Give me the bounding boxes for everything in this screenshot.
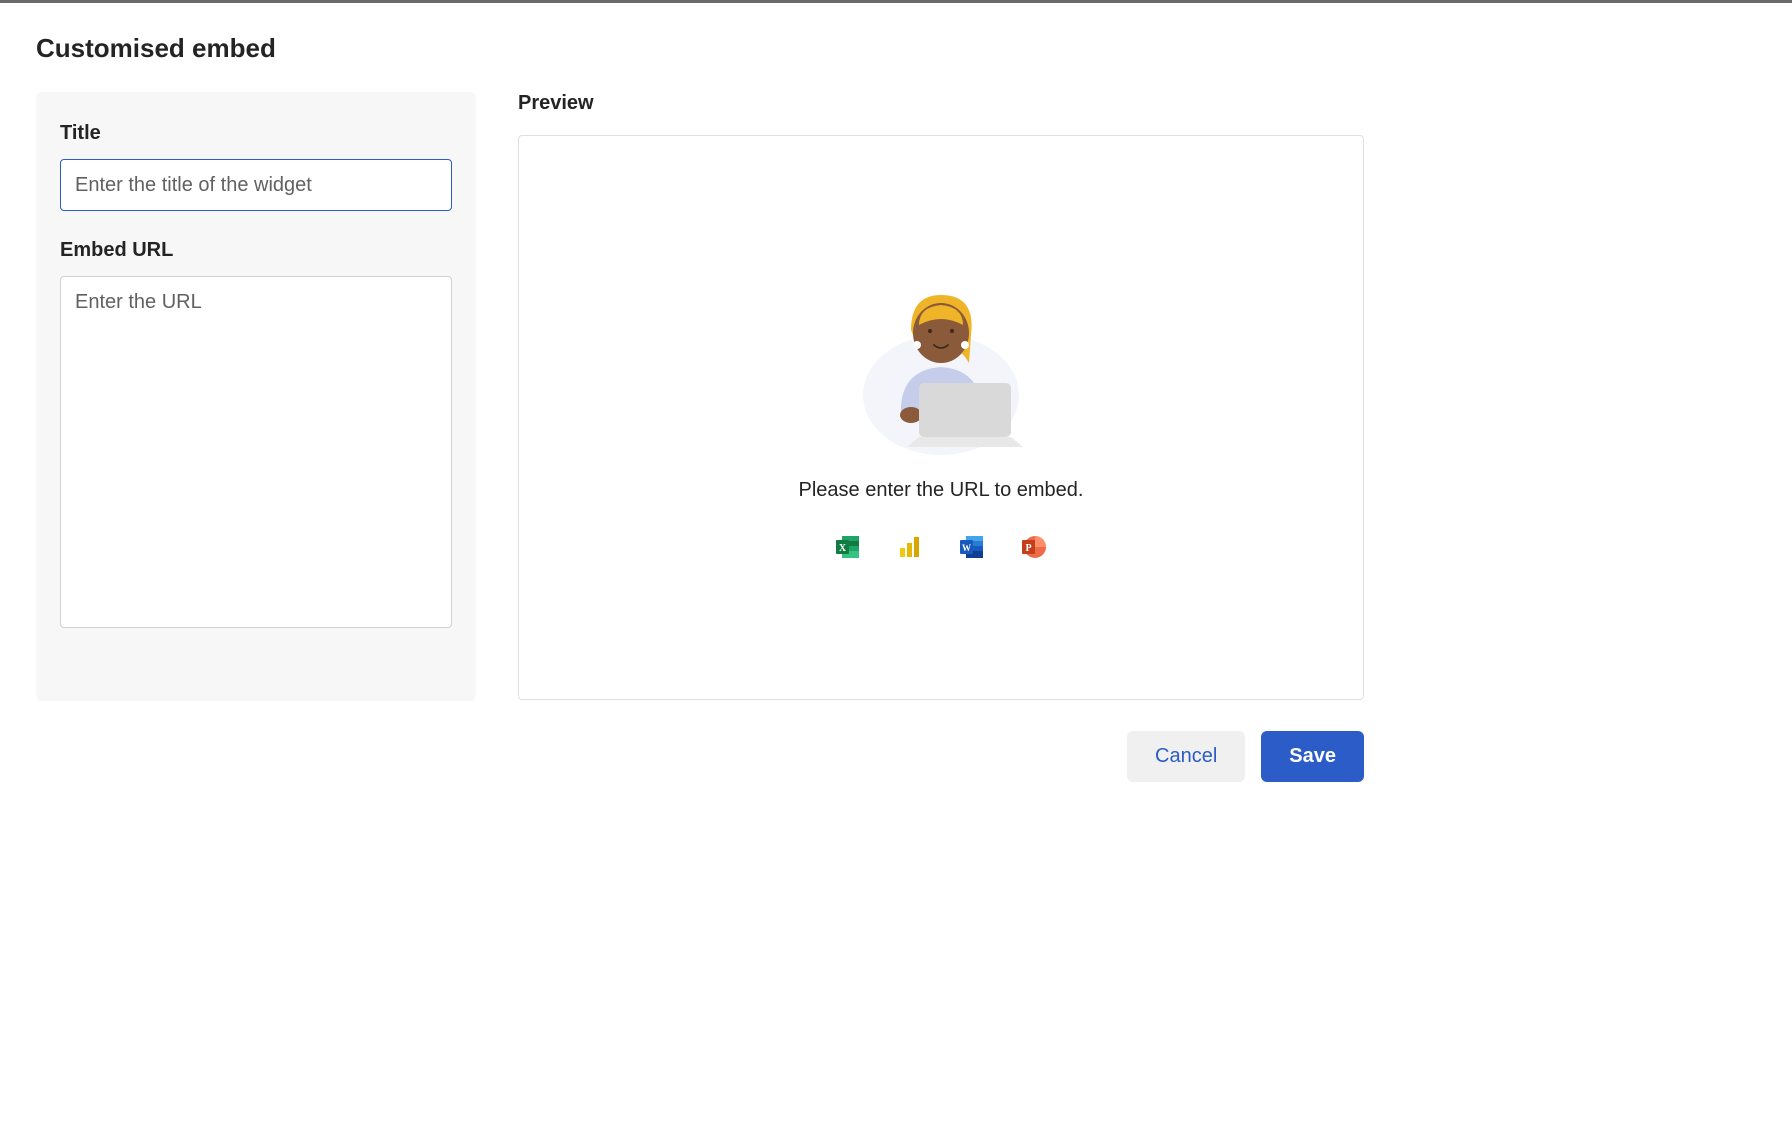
preview-heading: Preview — [518, 92, 1364, 115]
title-group: Title — [60, 122, 452, 211]
preview-message: Please enter the URL to embed. — [799, 479, 1084, 502]
excel-icon: X — [835, 534, 861, 560]
customised-embed-dialog: Customised embed Title Embed URL Preview — [0, 3, 1400, 812]
svg-text:X: X — [839, 543, 847, 554]
title-label: Title — [60, 122, 452, 145]
embed-url-group: Embed URL — [60, 239, 452, 633]
preview-box: Please enter the URL to embed. X — [518, 135, 1364, 700]
embed-url-label: Embed URL — [60, 239, 452, 262]
svg-text:W: W — [962, 543, 971, 553]
page-title: Customised embed — [36, 33, 1364, 64]
preview-section: Preview Please enter t — [518, 92, 1364, 700]
dialog-layout: Title Embed URL Preview — [36, 92, 1364, 701]
powerpoint-icon: P — [1021, 534, 1047, 560]
footer-actions: Cancel Save — [36, 731, 1364, 782]
cancel-button[interactable]: Cancel — [1127, 731, 1245, 782]
powerbi-icon — [897, 534, 923, 560]
save-button[interactable]: Save — [1261, 731, 1364, 782]
svg-text:P: P — [1025, 543, 1031, 554]
form-panel: Title Embed URL — [36, 92, 476, 701]
title-input[interactable] — [60, 159, 452, 211]
embed-url-input[interactable] — [60, 276, 452, 628]
app-icons-row: X — [835, 534, 1047, 560]
word-icon: W — [959, 534, 985, 560]
person-laptop-illustration — [841, 275, 1041, 455]
